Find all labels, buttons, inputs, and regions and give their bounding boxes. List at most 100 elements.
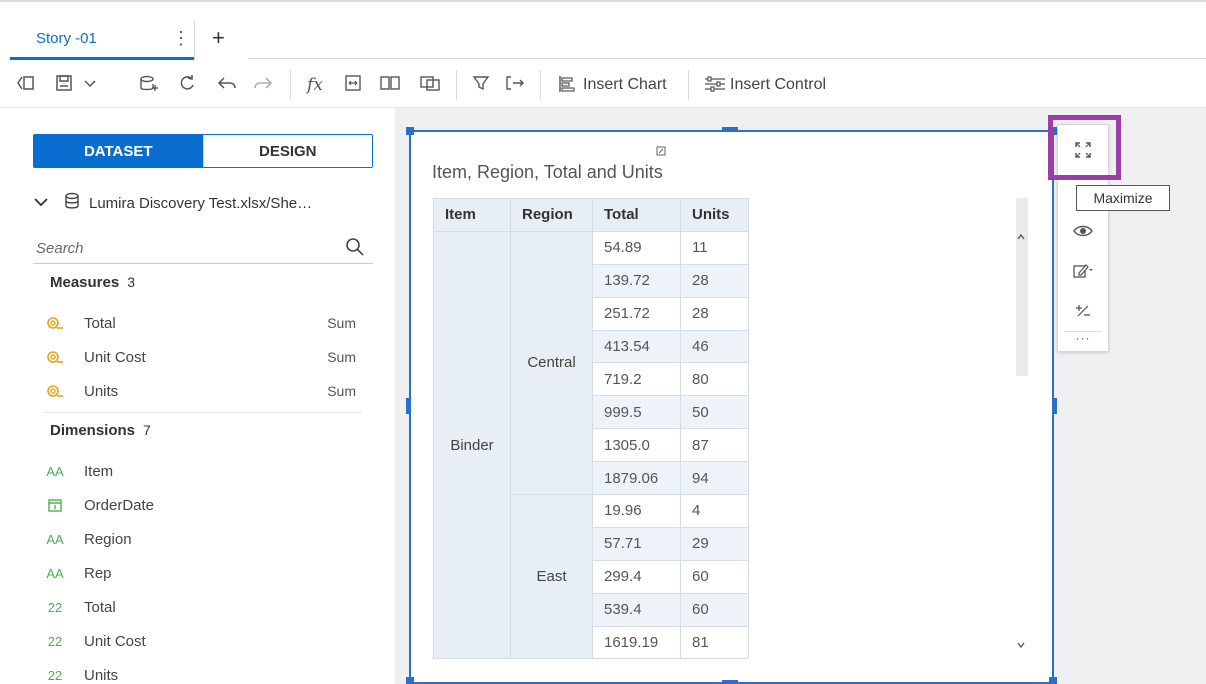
total-cell[interactable]: 1619.19	[592, 625, 681, 660]
measure-label: Unit Cost	[84, 348, 146, 366]
tab-dataset[interactable]: DATASET	[34, 135, 203, 167]
total-cell[interactable]: 251.72	[592, 296, 681, 331]
units-cell[interactable]: 46	[680, 329, 749, 364]
more-options-icon[interactable]: ···	[1058, 327, 1108, 349]
layers-icon[interactable]	[418, 74, 442, 96]
toolbar-separator	[290, 70, 291, 100]
add-tab-button[interactable]: +	[212, 27, 225, 49]
tab-menu-icon[interactable]: ⋮	[172, 28, 190, 49]
scroll-up-icon[interactable]	[1016, 232, 1026, 244]
vertical-scrollbar[interactable]	[1016, 198, 1028, 376]
numeric-dimension-icon: 22	[47, 633, 63, 649]
refresh-icon[interactable]	[176, 74, 198, 96]
resize-handle[interactable]	[1049, 677, 1057, 684]
region-cell[interactable]: East	[510, 494, 593, 660]
total-cell[interactable]: 299.4	[592, 559, 681, 594]
dimension-orderdate[interactable]: OrderDate	[44, 494, 364, 516]
edit-button[interactable]	[1058, 256, 1108, 286]
measure-unit-cost[interactable]: Unit Cost Sum	[44, 346, 364, 368]
resize-handle[interactable]	[406, 127, 414, 135]
dimension-region[interactable]: AA Region	[44, 528, 364, 550]
undo-icon[interactable]	[216, 74, 238, 96]
search-input[interactable]	[36, 237, 326, 259]
measure-total[interactable]: Total Sum	[44, 312, 364, 334]
column-header-total[interactable]: Total	[592, 198, 681, 232]
measure-label: Total	[84, 314, 116, 332]
resize-handle[interactable]	[722, 680, 738, 684]
formula-icon[interactable]: fx	[302, 74, 328, 96]
tab-design[interactable]: DESIGN	[202, 135, 372, 167]
resize-handle[interactable]	[1052, 398, 1057, 414]
tab-separator	[194, 20, 195, 60]
chevron-down-icon[interactable]	[80, 74, 100, 96]
dimension-item[interactable]: AA Item	[44, 460, 364, 482]
total-cell[interactable]: 413.54	[592, 329, 681, 364]
column-header-units[interactable]: Units	[680, 198, 749, 232]
total-cell[interactable]: 57.71	[592, 526, 681, 561]
column-header-region[interactable]: Region	[510, 198, 593, 232]
item-cell[interactable]: Binder	[433, 230, 511, 660]
total-cell[interactable]: 999.5	[592, 395, 681, 430]
insert-control-button[interactable]: Insert Control	[730, 74, 826, 96]
dimension-total[interactable]: 22 Total	[44, 596, 364, 618]
dimension-units[interactable]: 22 Units	[44, 664, 364, 684]
insert-control-icon[interactable]	[702, 74, 728, 96]
measure-units[interactable]: Units Sum	[44, 380, 364, 402]
units-cell[interactable]: 28	[680, 296, 749, 331]
save-icon[interactable]	[52, 74, 76, 96]
redo-icon[interactable]	[252, 74, 274, 96]
eye-icon	[1073, 225, 1093, 237]
units-cell[interactable]: 80	[680, 362, 749, 397]
dataset-selector[interactable]: Lumira Discovery Test.xlsx/She…	[33, 192, 373, 214]
total-cell[interactable]: 539.4	[592, 592, 681, 627]
text-dimension-icon: AA	[46, 565, 64, 581]
units-cell[interactable]: 28	[680, 263, 749, 298]
total-cell[interactable]: 1879.06	[592, 461, 681, 496]
region-cell[interactable]: Central	[510, 230, 593, 496]
add-dataset-icon[interactable]	[136, 74, 160, 96]
measures-header[interactable]: Measures 3	[50, 274, 135, 291]
units-cell[interactable]: 60	[680, 592, 749, 627]
tab-story-01[interactable]: Story -01 ⋮	[10, 18, 195, 60]
resize-handle[interactable]	[406, 677, 414, 684]
units-cell[interactable]: 60	[680, 559, 749, 594]
units-cell[interactable]: 11	[680, 230, 749, 265]
aggregation-label[interactable]: Sum	[327, 349, 356, 365]
insert-chart-icon[interactable]	[554, 74, 580, 96]
numeric-dimension-icon: 22	[47, 599, 63, 615]
dimensions-header[interactable]: Dimensions 7	[50, 422, 151, 439]
total-cell[interactable]: 19.96	[592, 494, 681, 528]
visibility-button[interactable]	[1058, 216, 1108, 246]
total-cell[interactable]: 54.89	[592, 230, 681, 265]
search-icon[interactable]	[345, 237, 367, 259]
dimension-unit-cost[interactable]: 22 Unit Cost	[44, 630, 364, 652]
text-dimension-icon: AA	[46, 463, 64, 479]
maximize-highlight-box	[1048, 115, 1121, 180]
aggregation-label[interactable]: Sum	[327, 383, 356, 399]
fit-width-icon[interactable]	[342, 74, 364, 96]
units-cell[interactable]: 81	[680, 625, 749, 660]
resize-icon[interactable]	[656, 146, 666, 159]
scroll-down-icon[interactable]	[1016, 640, 1026, 652]
units-cell[interactable]: 50	[680, 395, 749, 430]
units-cell[interactable]: 29	[680, 526, 749, 561]
total-cell[interactable]: 719.2	[592, 362, 681, 397]
total-cell[interactable]: 1305.0	[592, 428, 681, 463]
insert-chart-button[interactable]: Insert Chart	[583, 74, 667, 96]
chevron-down-icon[interactable]	[33, 195, 49, 211]
units-cell[interactable]: 87	[680, 428, 749, 463]
aggregation-label[interactable]: Sum	[327, 315, 356, 331]
input-control-icon[interactable]	[504, 74, 528, 96]
units-cell[interactable]: 4	[680, 494, 749, 528]
column-header-item[interactable]: Item	[433, 198, 511, 232]
resize-handle[interactable]	[722, 127, 738, 132]
units-cell[interactable]: 94	[680, 461, 749, 496]
columns-icon[interactable]	[378, 74, 402, 96]
collapse-panel-icon[interactable]	[14, 74, 38, 96]
filter-icon[interactable]	[470, 74, 492, 96]
dimension-label: OrderDate	[84, 496, 155, 514]
resize-handle[interactable]	[406, 398, 411, 414]
dimension-rep[interactable]: AA Rep	[44, 562, 364, 584]
total-cell[interactable]: 139.72	[592, 263, 681, 298]
plus-minus-button[interactable]	[1058, 296, 1108, 326]
